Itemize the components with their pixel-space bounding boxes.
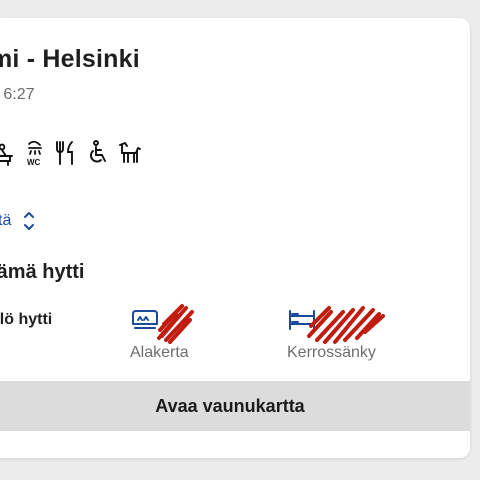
restaurant-icon — [54, 139, 78, 167]
amenity-icons: WC — [0, 136, 153, 170]
chevron-up-down-icon — [24, 212, 35, 230]
route-time: a 6:27 — [0, 86, 35, 103]
berth-bunk: Kerrossänky — [287, 306, 427, 364]
route-title: mi - Helsinki — [0, 45, 140, 73]
berth-label-bunk: Kerrossänky — [287, 344, 376, 361]
berth-label-lower: Alakerta — [130, 344, 189, 361]
pet-allowed-icon — [118, 139, 144, 167]
shower-wc-icon: WC — [25, 138, 45, 168]
berth-lower: Alakerta — [130, 304, 270, 364]
sauna-bath-icon — [0, 139, 16, 167]
redaction-scribble — [307, 306, 385, 344]
cabin-type-label: hlö hytti — [0, 311, 53, 328]
wheelchair-accessible-icon — [87, 139, 109, 167]
more-info-label: stä — [0, 212, 12, 229]
cabin-section-title: tämä hytti — [0, 261, 85, 283]
svg-text:WC: WC — [27, 158, 41, 167]
open-car-map-button[interactable]: Avaa vaunukartta — [0, 381, 470, 431]
more-info-toggle[interactable]: stä — [0, 208, 35, 234]
journey-card: mi - Helsinki a 6:27 WC — [0, 18, 470, 458]
redaction-scribble — [157, 304, 194, 344]
